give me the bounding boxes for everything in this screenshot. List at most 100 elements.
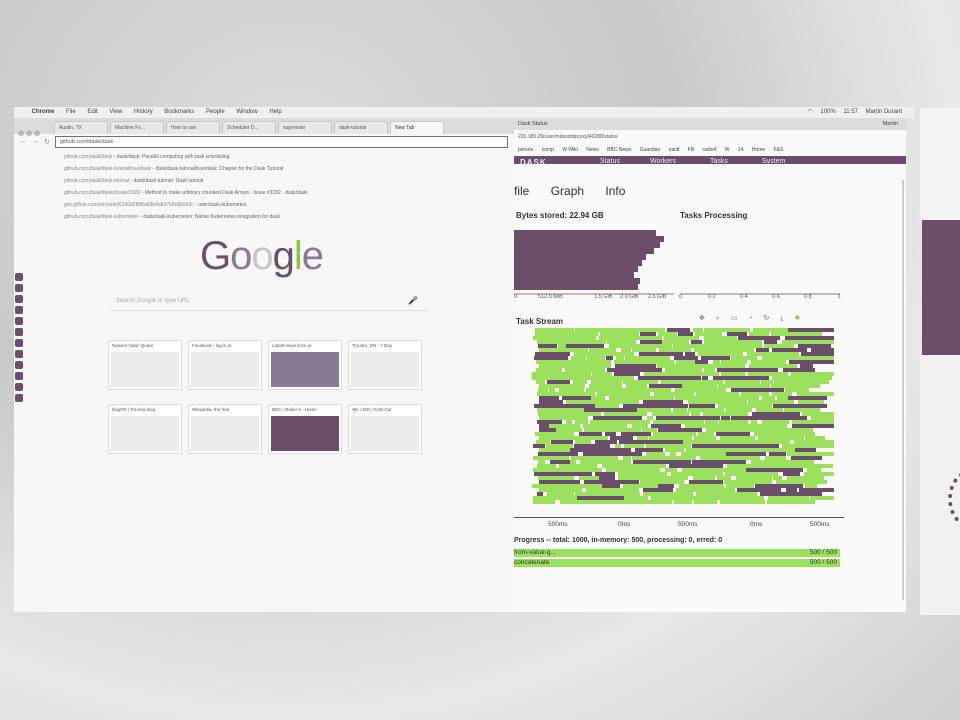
address-bar[interactable]: 226.189.29/user/mdurant/proxy/40288/stat…	[514, 130, 906, 144]
menu-help[interactable]: Help	[269, 107, 281, 118]
nav-status[interactable]: Status	[600, 158, 620, 165]
pan-icon[interactable]: ✥	[699, 315, 705, 322]
tile[interactable]: Facebook - log in or	[188, 340, 262, 390]
user-name[interactable]: Martin Durant	[866, 107, 902, 118]
bookmark[interactable]: radio4	[702, 147, 716, 153]
dock-app-icon[interactable]	[15, 361, 23, 369]
bookmark[interactable]: Guardian	[640, 147, 661, 153]
google-search-input[interactable]: Search Google or type URL	[110, 292, 428, 311]
background-panel	[922, 220, 960, 355]
tile-title: blogTO | Toronto blog	[112, 407, 156, 412]
menu-file[interactable]: File	[66, 107, 76, 118]
nav-tasks[interactable]: Tasks	[710, 158, 728, 165]
subnav-info[interactable]: Info	[605, 184, 625, 198]
status-area: ◠ 100% 11:57 Martin Durant	[807, 107, 908, 118]
ts-tick-label: 500ms	[678, 521, 698, 528]
bookmark[interactable]: FB	[688, 147, 694, 153]
tile[interactable]: Newest 'dask' Quest	[108, 340, 182, 390]
dock-app-icon[interactable]	[15, 284, 23, 292]
dock-app-icon[interactable]	[15, 306, 23, 314]
browser-tab[interactable]: How to use	[166, 121, 220, 134]
browser-tab[interactable]: Machine Fo...	[110, 121, 164, 134]
microphone-icon[interactable]: 🎤	[408, 296, 508, 305]
tile[interactable]: BBC - Radio 4 - Home	[268, 404, 342, 454]
browser-tab[interactable]: superman	[278, 121, 332, 134]
ts-tick-label: 0ms	[750, 521, 763, 528]
dock-app-icon[interactable]	[15, 328, 23, 336]
browser-tab-active[interactable]: New Tab	[390, 121, 444, 134]
subnav-file[interactable]: file	[514, 184, 529, 198]
save-icon[interactable]: ⤓	[780, 315, 783, 322]
suggestion-item[interactable]: github.com/dask/dask - dask/dask: Parall…	[64, 151, 514, 163]
browser-tab[interactable]: dask-tutorial	[334, 121, 388, 134]
bookmark[interactable]: nactl	[669, 147, 680, 153]
bookmark[interactable]: W Wiki	[562, 147, 578, 153]
tick-label: 0	[679, 294, 683, 300]
profile-name[interactable]: Martin	[883, 118, 898, 130]
memory-bar	[514, 272, 634, 278]
menu-view[interactable]: View	[109, 107, 122, 118]
dock-app-icon[interactable]	[15, 295, 23, 303]
bookmark[interactable]: F&S	[774, 147, 784, 153]
nav-workers[interactable]: Workers	[650, 158, 676, 165]
browser-tab[interactable]: Scheduler D...	[222, 121, 276, 134]
suggestion-item[interactable]: github.com/dask/dask-tutorial/tree/dask …	[64, 163, 514, 175]
subnav-graph[interactable]: Graph	[551, 184, 584, 198]
bokeh-logo-icon[interactable]: ✺	[794, 315, 800, 322]
tile[interactable]: Latest news from ar	[268, 340, 342, 390]
battery-level[interactable]: 100%	[820, 107, 835, 118]
suggestion-item[interactable]: github.com/dask/dask/issues/3182 - Metho…	[64, 187, 514, 199]
menu-edit[interactable]: Edit	[87, 107, 97, 118]
suggestion-item[interactable]: gist.github.com/mrocklin/62d0d2ffd8a68b4…	[64, 199, 514, 211]
suggestion-url: github.com/dask/dask-tutorial/tree/dask	[64, 166, 151, 172]
memory-bar	[514, 278, 640, 284]
zoom-icon[interactable]: ⌕	[716, 315, 720, 322]
suggestion-desc: - dask/dask-tutorial/tree/dask: Chapter …	[151, 166, 284, 172]
zoom-window-button[interactable]	[34, 130, 40, 136]
browser-tab-active[interactable]: Dask Status	[518, 121, 548, 127]
dock-app-icon[interactable]	[15, 372, 23, 380]
dock-app-icon[interactable]	[15, 394, 23, 402]
tile[interactable]: Wikipedia, the free	[188, 404, 262, 454]
dock-app-icon[interactable]	[15, 383, 23, 391]
tile[interactable]: blogTO | Toronto blog	[108, 404, 182, 454]
menu-app[interactable]: Chrome	[32, 107, 55, 118]
dock-app-icon[interactable]	[15, 339, 23, 347]
bookmark[interactable]: Home	[752, 147, 765, 153]
bookmark[interactable]: 14	[738, 147, 744, 153]
nav-system[interactable]: System	[762, 158, 785, 165]
suggestion-item[interactable]: github.com/dask/dask-tutorial - dask/das…	[64, 175, 514, 187]
progress-summary: Progress -- total: 1000, in-memory: 500,…	[514, 537, 723, 544]
minimize-window-button[interactable]	[26, 130, 32, 136]
box-zoom-icon[interactable]: ▭	[731, 315, 738, 322]
browser-tab[interactable]: Austin, TX	[54, 121, 108, 134]
menu-bookmarks[interactable]: Bookmarks	[164, 107, 194, 118]
background-window	[920, 108, 960, 220]
reset-icon[interactable]: ↻	[763, 315, 769, 322]
wifi-icon[interactable]: ◠	[807, 107, 812, 118]
bookmark[interactable]: News	[586, 147, 599, 153]
progress-task-count: 500 / 500	[809, 559, 837, 566]
menu-people[interactable]: People	[206, 107, 225, 118]
dask-logo[interactable]: DASK	[520, 158, 547, 167]
tile[interactable]: Toronto, ON - 7 Day	[348, 340, 422, 390]
menu-window[interactable]: Window	[236, 107, 257, 118]
close-window-button[interactable]	[18, 130, 24, 136]
scrollbar[interactable]	[902, 180, 904, 600]
bookmark[interactable]: comp	[542, 147, 554, 153]
dock-app-icon[interactable]	[15, 317, 23, 325]
menu-history[interactable]: History	[134, 107, 153, 118]
bookmark[interactable]: person	[518, 147, 533, 153]
tile-thumbnail	[351, 352, 419, 387]
wheel-zoom-icon[interactable]: ◔	[748, 315, 752, 322]
dock-app-icon[interactable]	[15, 273, 23, 281]
dock-app-icon[interactable]	[15, 350, 23, 358]
bytes-stored-title: Bytes stored: 22.94 GB	[516, 211, 604, 220]
tile[interactable]: XE: USD / CAD Cur	[348, 404, 422, 454]
reload-icon[interactable]: ↻	[44, 138, 50, 146]
bookmark[interactable]: W	[725, 147, 730, 153]
bookmark[interactable]: BBC News	[607, 147, 631, 153]
suggestion-item[interactable]: github.com/dask/dask-kubernetes - dask/d…	[64, 211, 514, 223]
clock[interactable]: 11:57	[843, 107, 858, 118]
address-bar[interactable]: github.com/dask/dask	[54, 135, 508, 148]
